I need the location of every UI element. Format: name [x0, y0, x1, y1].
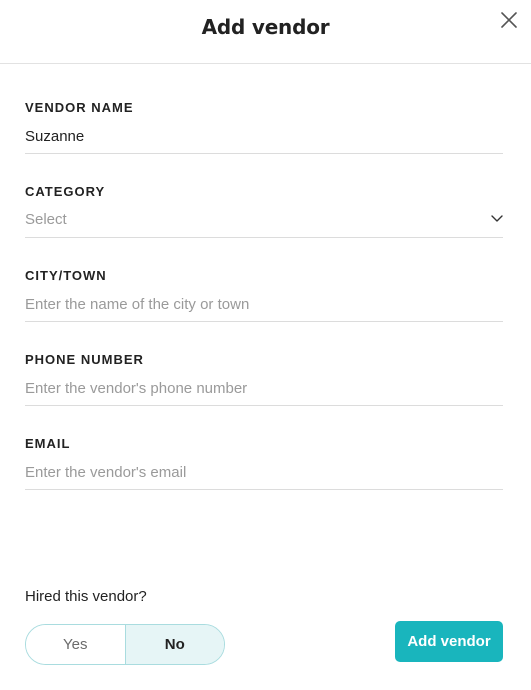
hired-question: Hired this vendor?	[25, 588, 147, 605]
add-vendor-button[interactable]: Add vendor	[395, 621, 503, 662]
city-input[interactable]	[25, 292, 503, 316]
hired-no-option[interactable]: No	[125, 625, 224, 664]
modal-header: Add vendor	[0, 0, 531, 64]
email-field: EMAIL	[25, 436, 503, 490]
category-select[interactable]: Select	[25, 211, 67, 229]
vendor-name-field: VENDOR NAME	[25, 100, 503, 154]
city-field: CITY/TOWN	[25, 268, 503, 322]
hired-toggle: Yes No	[25, 624, 225, 665]
modal-title: Add vendor	[201, 15, 330, 39]
vendor-name-input[interactable]	[25, 124, 503, 148]
hired-yes-option[interactable]: Yes	[26, 625, 126, 664]
close-icon	[501, 12, 517, 28]
email-label: EMAIL	[25, 436, 71, 451]
chevron-down-icon[interactable]	[491, 213, 503, 223]
email-input[interactable]	[25, 460, 503, 484]
phone-input[interactable]	[25, 376, 503, 400]
phone-label: PHONE NUMBER	[25, 352, 144, 367]
category-field[interactable]: CATEGORY Select	[25, 184, 503, 238]
close-button[interactable]	[499, 10, 519, 30]
city-label: CITY/TOWN	[25, 268, 107, 283]
phone-field: PHONE NUMBER	[25, 352, 503, 406]
vendor-name-label: VENDOR NAME	[25, 100, 134, 115]
category-label: CATEGORY	[25, 184, 106, 199]
